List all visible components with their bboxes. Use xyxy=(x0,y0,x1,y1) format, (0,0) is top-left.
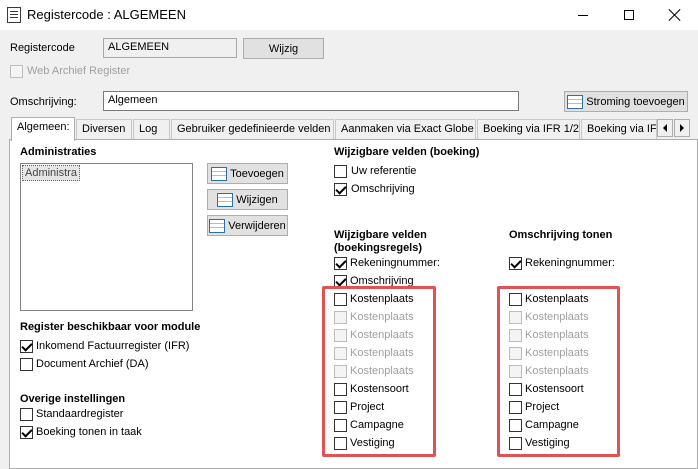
boeking-tonen-label: Boeking tonen in taak xyxy=(36,426,142,438)
uw-referentie-label: Uw referentie xyxy=(351,165,417,177)
minimize-button[interactable] xyxy=(560,0,606,30)
da-label: Document Archief (DA) xyxy=(36,358,149,370)
registercode-field: ALGEMEEN xyxy=(103,38,237,58)
wijzigbaar-regels-heading: Wijzigbare velden xyxy=(334,229,427,241)
table-icon xyxy=(209,218,226,233)
overige-heading: Overige instellingen xyxy=(20,393,126,405)
tab-scroll-right-button[interactable] xyxy=(674,119,690,137)
web-archief-checkbox[interactable] xyxy=(10,65,23,78)
omschrijving-boeking-label: Omschrijving xyxy=(351,183,415,195)
tab-gebruiker-velden[interactable]: Gebruiker gedefinieerde velden xyxy=(171,119,334,139)
minimize-icon xyxy=(578,14,588,16)
field-checkbox-label: Rekeningnummer: xyxy=(350,257,440,269)
stroming-toevoegen-label: Stroming toevoegen xyxy=(586,95,685,108)
omschrijving-label: Omschrijving: xyxy=(10,96,77,108)
tab-log[interactable]: Log xyxy=(133,119,170,139)
table-icon xyxy=(211,166,228,181)
close-icon xyxy=(669,9,681,21)
field-checkbox[interactable] xyxy=(509,257,522,270)
table-icon xyxy=(567,94,584,109)
highlight-box xyxy=(497,286,620,457)
ifr-label: Inkomend Factuurregister (IFR) xyxy=(36,340,190,352)
tab-diversen[interactable]: Diversen xyxy=(76,119,132,139)
maximize-icon xyxy=(624,10,634,20)
tab-boeking-ifr[interactable]: Boeking via IFR xyxy=(581,119,657,139)
list-item[interactable]: Administra xyxy=(22,165,80,181)
table-icon xyxy=(217,192,234,207)
toevoegen-button[interactable]: Toevoegen xyxy=(207,163,288,184)
field-checkbox-label: Rekeningnummer: xyxy=(525,257,615,269)
wijzig-button[interactable]: Wijzig xyxy=(243,38,324,59)
tab-aanmaken-exact[interactable]: Aanmaken via Exact Globe xyxy=(335,119,476,139)
window-title: Registercode : ALGEMEEN xyxy=(27,7,186,22)
omschrijving-boeking-checkbox[interactable] xyxy=(334,183,347,196)
administraties-heading: Administraties xyxy=(20,146,97,158)
wijzigbaar-regels-subheading: (boekingsregels) xyxy=(334,242,423,254)
highlight-box xyxy=(322,286,436,457)
standaardregister-checkbox[interactable] xyxy=(20,408,33,421)
wijzigen-label: Wijzigen xyxy=(236,193,278,206)
toevoegen-label: Toevoegen xyxy=(230,167,284,180)
chevron-right-icon xyxy=(680,124,684,132)
verwijderen-label: Verwijderen xyxy=(228,219,286,232)
registercode-label: Registercode xyxy=(10,42,75,54)
wijzigbaar-boeking-heading: Wijzigbare velden (boeking) xyxy=(334,146,480,158)
wijzigen-button[interactable]: Wijzigen xyxy=(207,189,288,210)
chevron-left-icon xyxy=(663,124,667,132)
boeking-tonen-checkbox[interactable] xyxy=(20,426,33,439)
field-checkbox[interactable] xyxy=(334,257,347,270)
module-heading: Register beschikbaar voor module xyxy=(20,321,201,333)
da-checkbox[interactable] xyxy=(20,358,33,371)
tab-algemeen[interactable]: Algemeen: xyxy=(11,117,75,141)
app-icon xyxy=(7,7,21,23)
administraties-list[interactable] xyxy=(20,163,193,311)
tab-scroll-left-button[interactable] xyxy=(657,119,673,137)
tab-boeking-ifr-12[interactable]: Boeking via IFR 1/2 xyxy=(477,119,580,139)
ifr-checkbox[interactable] xyxy=(20,340,33,353)
uw-referentie-checkbox[interactable] xyxy=(334,165,347,178)
standaardregister-label: Standaardregister xyxy=(36,408,124,420)
stroming-toevoegen-button[interactable]: Stroming toevoegen xyxy=(564,91,688,112)
maximize-button[interactable] xyxy=(606,0,652,30)
web-archief-label: Web Archief Register xyxy=(27,65,131,77)
omschrijving-tonen-heading: Omschrijving tonen xyxy=(509,229,613,241)
close-button[interactable] xyxy=(652,0,698,30)
verwijderen-button[interactable]: Verwijderen xyxy=(207,215,288,236)
omschrijving-input[interactable]: Algemeen xyxy=(103,91,519,111)
